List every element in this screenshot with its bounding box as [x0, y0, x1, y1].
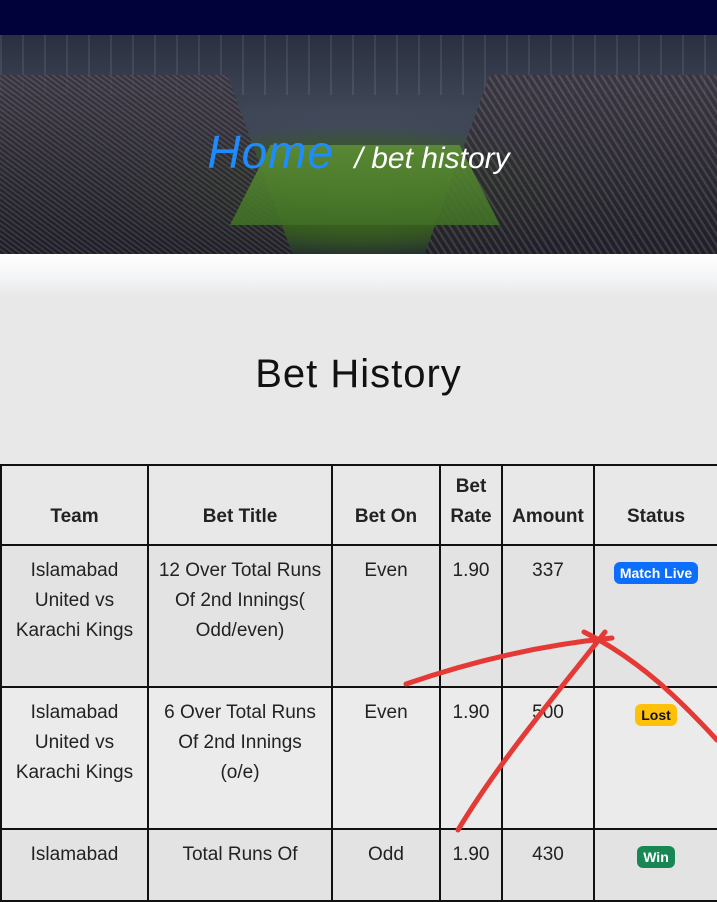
section-divider	[0, 254, 717, 296]
cell-status: Lost	[593, 686, 717, 830]
hero-banner: Home / bet history	[0, 35, 717, 254]
bet-history-table: Team Bet Title Bet On Bet Rate Amount St…	[0, 464, 717, 902]
cell-team: Islamabad	[0, 828, 149, 902]
table-header-row: Team Bet Title Bet On Bet Rate Amount St…	[0, 464, 717, 546]
cell-amount: 430	[501, 828, 595, 902]
breadcrumb-current: / bet history	[354, 142, 510, 175]
cell-bet-title: Total Runs Of	[147, 828, 333, 902]
cell-bet-rate: 1.90	[439, 544, 503, 688]
cell-team: Islamabad United vs Karachi Kings	[0, 544, 149, 688]
breadcrumb: Home / bet history	[0, 125, 717, 179]
col-header-bet-title: Bet Title	[147, 464, 333, 546]
cell-bet-on: Even	[331, 544, 441, 688]
cell-bet-on: Even	[331, 686, 441, 830]
cell-status: Match Live	[593, 544, 717, 688]
status-badge: Lost	[635, 704, 677, 726]
cell-bet-rate: 1.90	[439, 686, 503, 830]
col-header-bet-on: Bet On	[331, 464, 441, 546]
cell-status: Win	[593, 828, 717, 902]
table-row: Islamabad United vs Karachi Kings 6 Over…	[0, 686, 717, 830]
col-header-status: Status	[593, 464, 717, 546]
page-title: Bet History	[255, 352, 462, 396]
cell-amount: 500	[501, 686, 595, 830]
top-nav-bar	[0, 0, 717, 35]
cell-team: Islamabad United vs Karachi Kings	[0, 686, 149, 830]
col-header-amount: Amount	[501, 464, 595, 546]
status-badge: Win	[637, 846, 675, 868]
cell-bet-title: 12 Over Total Runs Of 2nd Innings( Odd/e…	[147, 544, 333, 688]
cell-bet-title: 6 Over Total Runs Of 2nd Innings (o/e)	[147, 686, 333, 830]
cell-amount: 337	[501, 544, 595, 688]
cell-bet-rate: 1.90	[439, 828, 503, 902]
cell-bet-on: Odd	[331, 828, 441, 902]
col-header-team: Team	[0, 464, 149, 546]
status-badge: Match Live	[613, 562, 699, 584]
breadcrumb-home-link[interactable]: Home	[207, 126, 334, 178]
table-row: Islamabad United vs Karachi Kings 12 Ove…	[0, 544, 717, 688]
table-row: Islamabad Total Runs Of Odd 1.90 430 Win	[0, 828, 717, 902]
col-header-bet-rate: Bet Rate	[439, 464, 503, 546]
